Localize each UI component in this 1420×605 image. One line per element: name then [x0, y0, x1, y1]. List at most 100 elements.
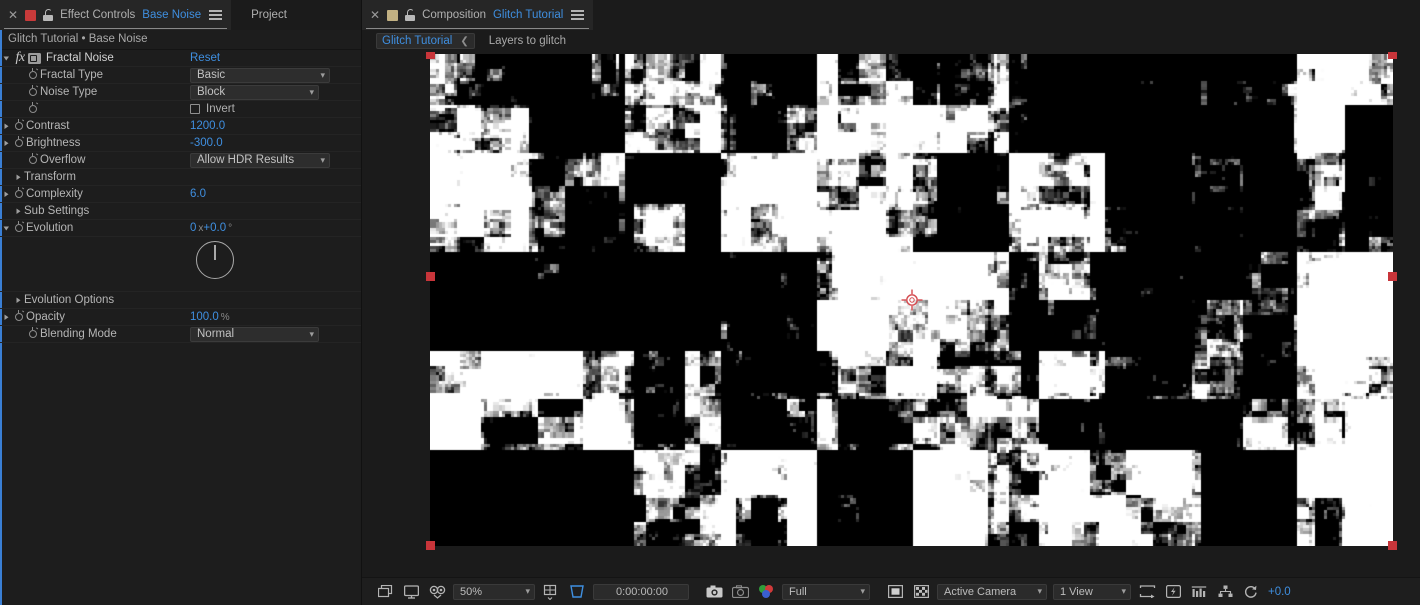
property-group-sub-settings[interactable]: Sub Settings — [0, 203, 361, 220]
stopwatch-icon[interactable] — [12, 309, 26, 326]
stopwatch-icon[interactable] — [12, 118, 26, 135]
property-row-overflow[interactable]: Overflow Allow HDR Results ▾ — [0, 152, 361, 169]
property-row-blending-mode[interactable]: Blending Mode Normal ▾ — [0, 326, 361, 343]
selection-handle-bottom-left[interactable] — [426, 541, 435, 550]
transparency-grid-icon[interactable] — [882, 581, 908, 603]
stopwatch-icon[interactable] — [26, 152, 40, 169]
stopwatch-icon[interactable] — [26, 326, 40, 343]
property-row-opacity[interactable]: Opacity 100.0 % — [0, 309, 361, 326]
lock-icon[interactable] — [405, 9, 416, 21]
property-row-contrast[interactable]: Contrast 1200.0 — [0, 118, 361, 135]
tab-project[interactable]: Project — [231, 0, 295, 30]
blending-mode-value: Normal — [197, 328, 235, 340]
toggle-alpha-icon[interactable] — [908, 581, 934, 603]
property-group-evolution-options[interactable]: Evolution Options — [0, 292, 361, 309]
grid-guides-icon[interactable] — [538, 581, 564, 603]
views-dropdown[interactable]: 1 View ▾ — [1053, 583, 1131, 600]
stopwatch-icon[interactable] — [26, 67, 40, 84]
main-view-icon[interactable] — [398, 581, 424, 603]
zoom-dropdown[interactable]: 50% ▾ — [453, 583, 535, 600]
chevron-left-icon[interactable]: ❮ — [460, 36, 468, 47]
invert-checkbox[interactable] — [190, 104, 200, 114]
show-snapshot-icon[interactable] — [727, 581, 753, 603]
composition-canvas[interactable] — [426, 52, 1397, 550]
disclosure-closed-icon[interactable] — [12, 292, 24, 309]
reset-button[interactable]: Reset — [190, 52, 220, 64]
composition-panel: ✕ Composition Glitch Tutorial Glitch Tut… — [362, 0, 1420, 605]
property-row-noise-type[interactable]: Noise Type Block ▾ — [0, 84, 361, 101]
close-icon[interactable]: ✕ — [8, 9, 18, 21]
property-row-invert[interactable]: Invert — [0, 101, 361, 118]
evolution-angle-dial[interactable] — [196, 241, 234, 279]
contrast-value[interactable]: 1200.0 — [190, 120, 225, 132]
composition-viewer[interactable] — [362, 52, 1420, 577]
disclosure-open-icon[interactable] — [0, 220, 12, 237]
panel-menu-icon[interactable] — [208, 8, 223, 21]
evolution-degrees[interactable]: +0.0 — [203, 222, 226, 234]
stopwatch-icon[interactable] — [26, 101, 40, 118]
blending-mode-dropdown[interactable]: Normal ▾ — [190, 326, 319, 342]
effect-name: Fractal Noise — [46, 52, 114, 64]
fast-previews-icon[interactable] — [1160, 581, 1186, 603]
tab-item-name: Glitch Tutorial — [492, 9, 564, 21]
timecode-value: 0:00:00:00 — [616, 585, 668, 598]
disclosure-closed-icon[interactable] — [0, 186, 12, 203]
property-row-complexity[interactable]: Complexity 6.0 — [0, 186, 361, 203]
resolution-dropdown[interactable]: Full ▾ — [782, 583, 870, 600]
exposure-reset-icon[interactable] — [1238, 581, 1264, 603]
chevron-down-icon: ▾ — [309, 328, 314, 339]
stopwatch-icon[interactable] — [12, 220, 26, 237]
selection-handle-top-left[interactable] — [426, 52, 435, 59]
disclosure-closed-icon[interactable] — [12, 169, 24, 186]
noise-type-dropdown[interactable]: Block ▾ — [190, 84, 319, 100]
noise-type-value: Block — [197, 86, 226, 98]
selection-handle-left[interactable] — [426, 272, 435, 281]
tab-effect-controls[interactable]: ✕ Effect Controls Base Noise — [0, 0, 232, 30]
mask-view-icon[interactable] — [424, 581, 450, 603]
property-row-brightness[interactable]: Brightness -300.0 — [0, 135, 361, 152]
close-icon[interactable]: ✕ — [370, 9, 380, 21]
property-group-transform[interactable]: Transform — [0, 169, 361, 186]
selection-handle-top-right[interactable] — [1388, 52, 1397, 59]
pixel-aspect-icon[interactable] — [1134, 581, 1160, 603]
evolution-revolutions[interactable]: 0 — [190, 222, 196, 234]
zoom-value: 50% — [460, 585, 483, 598]
region-of-interest-icon[interactable] — [564, 581, 590, 603]
property-label: Noise Type — [40, 86, 98, 98]
complexity-value[interactable]: 6.0 — [190, 188, 206, 200]
opacity-value[interactable]: 100.0 — [190, 311, 219, 323]
stopwatch-icon[interactable] — [12, 186, 26, 203]
always-preview-icon[interactable] — [372, 581, 398, 603]
disclosure-closed-icon[interactable] — [0, 118, 12, 135]
selection-handle-bottom-right[interactable] — [1388, 541, 1397, 550]
disclosure-closed-icon[interactable] — [0, 135, 12, 152]
property-row-evolution[interactable]: Evolution 0 x +0.0 ° — [0, 220, 361, 237]
effect-header-row[interactable]: fx Fractal Noise Reset — [0, 50, 361, 67]
selection-handle-right[interactable] — [1388, 272, 1397, 281]
breadcrumb-comp-name: Glitch Tutorial — [382, 35, 453, 47]
timeline-icon[interactable] — [1186, 581, 1212, 603]
comp-flowchart-icon[interactable] — [1212, 581, 1238, 603]
brightness-value[interactable]: -300.0 — [190, 137, 223, 149]
disclosure-open-icon[interactable] — [0, 50, 12, 67]
lock-icon[interactable] — [43, 9, 54, 21]
tab-composition[interactable]: ✕ Composition Glitch Tutorial — [362, 0, 594, 30]
exposure-value[interactable]: +0.0 — [1268, 586, 1291, 598]
stopwatch-icon[interactable] — [26, 84, 40, 101]
tab-project-label: Project — [251, 9, 287, 21]
fractal-type-dropdown[interactable]: Basic ▾ — [190, 67, 330, 83]
anchor-point-icon[interactable] — [901, 289, 923, 311]
breadcrumb-comp-pill[interactable]: Glitch Tutorial ❮ — [376, 33, 475, 49]
snapshot-camera-icon[interactable] — [701, 581, 727, 603]
property-row-fractal-type[interactable]: Fractal Type Basic ▾ — [0, 67, 361, 84]
camera-dropdown[interactable]: Active Camera ▾ — [937, 583, 1047, 600]
timecode-field[interactable]: 0:00:00:00 — [593, 583, 689, 600]
rgb-channels-icon[interactable] — [753, 581, 779, 603]
overflow-value: Allow HDR Results — [197, 154, 295, 166]
disclosure-closed-icon[interactable] — [0, 309, 12, 326]
opacity-unit: % — [220, 311, 230, 323]
disclosure-closed-icon[interactable] — [12, 203, 24, 220]
panel-menu-icon[interactable] — [570, 8, 585, 21]
overflow-dropdown[interactable]: Allow HDR Results ▾ — [190, 152, 330, 168]
stopwatch-icon[interactable] — [12, 135, 26, 152]
